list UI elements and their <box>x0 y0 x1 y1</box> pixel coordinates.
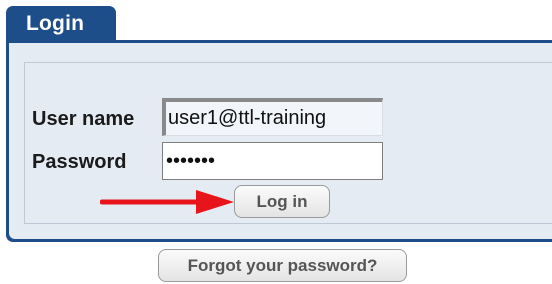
username-label: User name <box>32 108 135 130</box>
password-label: Password <box>32 151 127 173</box>
arrow-right-icon <box>100 190 234 214</box>
username-field[interactable] <box>162 98 383 136</box>
login-tab-label: Login <box>26 12 85 35</box>
login-tab: Login <box>6 6 116 42</box>
password-field[interactable] <box>162 142 383 180</box>
login-button[interactable]: Log in <box>234 185 330 218</box>
forgot-password-button[interactable]: Forgot your password? <box>158 249 407 282</box>
